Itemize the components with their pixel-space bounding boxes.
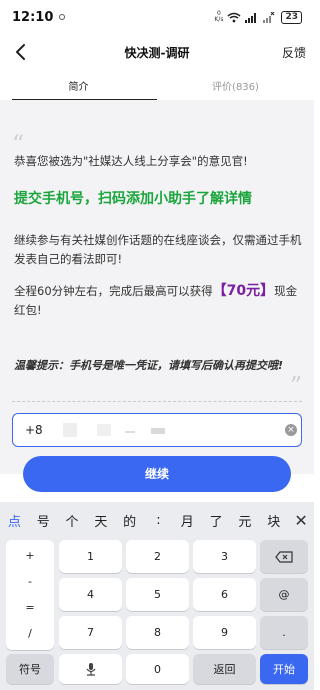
reward-amount: 【70元】 bbox=[212, 283, 275, 299]
key-3[interactable]: 3 bbox=[193, 540, 256, 573]
candidate-word[interactable]: : bbox=[144, 513, 173, 528]
status-time: 12:10 bbox=[12, 9, 54, 25]
close-candidates-icon[interactable]: ✕ bbox=[288, 511, 314, 530]
phone-field[interactable]: × bbox=[12, 413, 302, 447]
candidate-word[interactable]: 个 bbox=[58, 511, 87, 530]
candidate-word[interactable]: 块 bbox=[259, 511, 288, 530]
backspace-icon bbox=[275, 550, 293, 563]
candidate-word[interactable]: 月 bbox=[173, 511, 202, 530]
reward-text-before: 全程60分钟左右，完成后最高可以获得 bbox=[14, 284, 213, 298]
quote-close-icon: ” bbox=[289, 372, 302, 400]
key-at[interactable]: @ bbox=[260, 578, 308, 611]
key-6[interactable]: 6 bbox=[193, 578, 256, 611]
wifi-icon bbox=[227, 12, 241, 22]
battery-icon: 23 bbox=[281, 10, 302, 24]
intro-card: “ 恭喜您被选为"社媒达人线上分享会"的意见官! 提交手机号，扫码添加小助手了解… bbox=[0, 100, 314, 474]
quote-open-icon: “ bbox=[12, 130, 25, 158]
tab-reviews[interactable]: 评价(836) bbox=[157, 72, 314, 100]
notification-dot-icon bbox=[59, 14, 66, 20]
key-9[interactable]: 9 bbox=[193, 616, 256, 649]
ime-keyboard: 点 号 个 天 的 : 月 了 元 块 ✕ + - = / 1 2 3 4 5 … bbox=[0, 502, 314, 690]
key-8[interactable]: 8 bbox=[126, 616, 189, 649]
intro-paragraph-2: 继续参与有关社媒创作话题的在线座谈会，仅需通过手机发表自己的看法即可! bbox=[14, 233, 302, 266]
intro-highlight: 提交手机号，扫码添加小助手了解详情 bbox=[14, 191, 252, 207]
redacted-digits bbox=[63, 423, 77, 437]
continue-button[interactable]: 继续 bbox=[23, 456, 291, 492]
key-slash[interactable]: / bbox=[6, 620, 54, 646]
candidate-word[interactable]: 元 bbox=[231, 511, 260, 530]
phone-input[interactable] bbox=[25, 423, 61, 437]
net-speed-unit: K/s bbox=[214, 16, 224, 23]
key-7[interactable]: 7 bbox=[59, 616, 122, 649]
key-minus[interactable]: - bbox=[6, 568, 54, 594]
key-plus[interactable]: + bbox=[6, 542, 54, 568]
candidate-word[interactable]: 了 bbox=[202, 511, 231, 530]
candidate-word[interactable]: 的 bbox=[115, 511, 144, 530]
page-title: 快决测-调研 bbox=[124, 45, 190, 60]
candidate-word[interactable]: 点 bbox=[0, 511, 29, 530]
net-speed: 0 K/s bbox=[214, 11, 223, 23]
candidate-bar: 点 号 个 天 的 : 月 了 元 块 ✕ bbox=[0, 502, 314, 538]
intro-paragraph-3: 全程60分钟左右，完成后最高可以获得【70元】现金红包! bbox=[14, 282, 302, 320]
redacted-digits bbox=[97, 424, 111, 436]
clear-icon[interactable]: × bbox=[285, 424, 297, 436]
key-equals[interactable]: = bbox=[6, 594, 54, 620]
signal-icon bbox=[245, 12, 257, 23]
key-2[interactable]: 2 bbox=[126, 540, 189, 573]
top-nav: 快决测-调研 反馈 bbox=[0, 34, 314, 70]
key-4[interactable]: 4 bbox=[59, 578, 122, 611]
feedback-button[interactable]: 反馈 bbox=[282, 44, 306, 61]
microphone-icon bbox=[86, 663, 95, 676]
intro-paragraph-1: 恭喜您被选为"社媒达人线上分享会"的意见官! bbox=[14, 154, 248, 168]
candidate-word[interactable]: 号 bbox=[29, 511, 58, 530]
status-icons: 0 K/s 23 bbox=[214, 10, 302, 24]
signal-x-icon bbox=[263, 11, 275, 23]
symbol-key[interactable]: 符号 bbox=[6, 654, 54, 684]
candidate-word[interactable]: 天 bbox=[86, 511, 115, 530]
redacted-digits bbox=[125, 431, 135, 433]
key-0[interactable]: 0 bbox=[126, 654, 189, 684]
reminder-text: 温馨提示：手机号是唯一凭证，请填写后确认再提交哦! bbox=[14, 359, 284, 372]
key-dot[interactable]: . bbox=[260, 616, 308, 649]
tab-intro[interactable]: 简介 bbox=[0, 72, 157, 101]
redacted-digits bbox=[151, 428, 165, 434]
backspace-key[interactable] bbox=[260, 540, 308, 573]
key-5[interactable]: 5 bbox=[126, 578, 189, 611]
key-1[interactable]: 1 bbox=[59, 540, 122, 573]
back-arrow-icon[interactable] bbox=[12, 42, 32, 62]
return-key[interactable]: 返回 bbox=[193, 654, 256, 684]
status-bar: 12:10 0 K/s 23 bbox=[0, 0, 314, 34]
voice-key[interactable] bbox=[59, 654, 122, 684]
tab-bar: 简介 评价(836) bbox=[0, 72, 314, 101]
divider bbox=[12, 401, 302, 402]
start-key[interactable]: 开始 bbox=[260, 654, 308, 684]
